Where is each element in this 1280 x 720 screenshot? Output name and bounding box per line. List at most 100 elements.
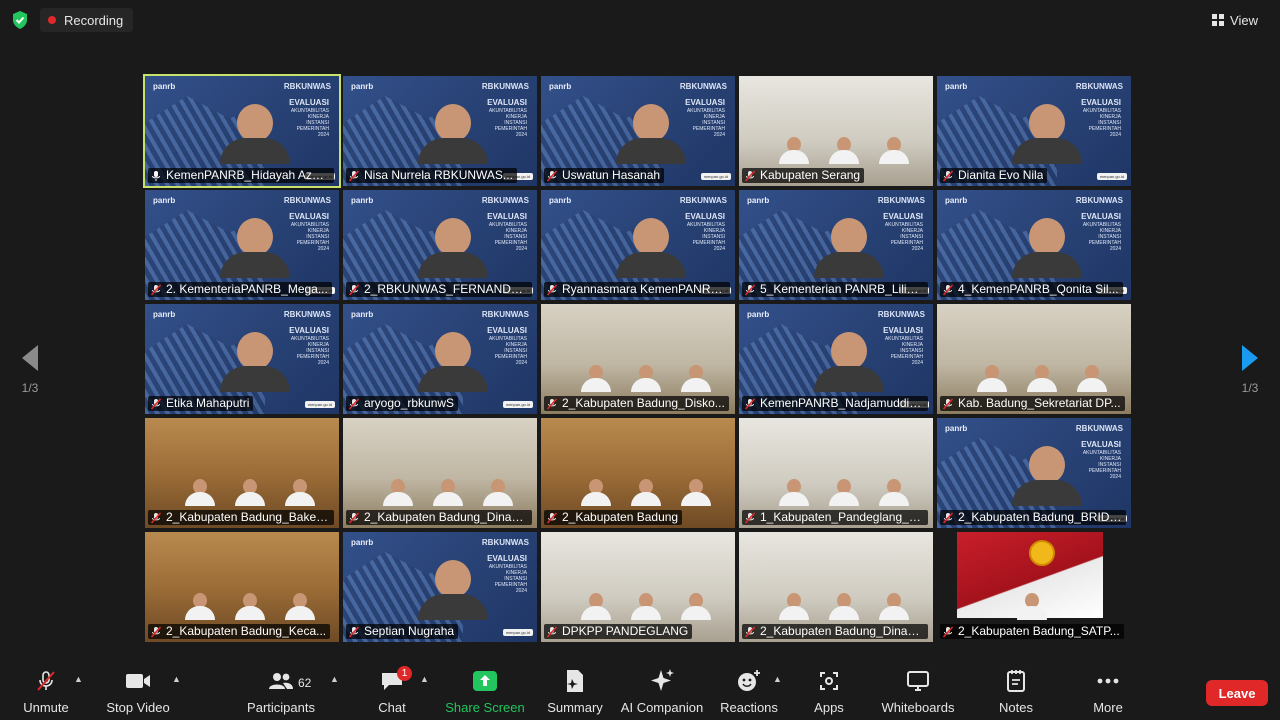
video-tile[interactable]: DPKPP PANDEGLANG (541, 532, 735, 642)
leave-button[interactable]: Leave (1206, 680, 1268, 706)
participant-silhouette (879, 137, 909, 164)
video-tile[interactable]: panrb RBKUNWAS EVALUASI AKUNTABILITAS KINERJ… (541, 190, 735, 300)
microphone-muted-icon (546, 169, 558, 182)
video-tile[interactable]: 2_Kabupaten Badung_Dinas ... (739, 532, 933, 642)
video-grid: panrb RBKUNWAS EVALUASI AKUNTABILITAS KINERJ… (143, 74, 1135, 646)
participant-silhouette (235, 593, 265, 620)
arrow-left-icon (22, 345, 38, 371)
reactions-options-caret-icon[interactable]: ▲ (773, 674, 782, 684)
video-tile[interactable]: panrb RBKUNWAS EVALUASI AKUNTABILITAS KINERJ… (145, 304, 339, 414)
video-tile[interactable]: panrb RBKUNWAS EVALUASI AKUNTABILITAS KINERJ… (739, 304, 933, 414)
video-tile[interactable]: panrb RBKUNWAS EVALUASI AKUNTABILITAS KINERJ… (343, 190, 537, 300)
video-tile[interactable]: panrb RBKUNWAS EVALUASI AKUNTABILITAS KINERJ… (343, 76, 537, 186)
ai-companion-button[interactable]: AI Companion (620, 668, 704, 716)
chat-unread-badge: 1 (397, 666, 412, 681)
participant-name: Dianita Evo Nila (958, 168, 1044, 182)
sparkle-icon (651, 669, 674, 691)
next-page-button[interactable]: 1/3 (1235, 345, 1265, 395)
slide-logo: panrb (945, 196, 968, 205)
video-tile[interactable]: panrb RBKUNWAS EVALUASI AKUNTABILITAS KINERJ… (343, 304, 537, 414)
apps-button[interactable]: Apps (810, 668, 848, 716)
slide-rbk-label: RBKUNWAS (1075, 424, 1123, 433)
participant-name: 2_Kabupaten Badung_BRIDA... (958, 510, 1122, 524)
video-tile[interactable]: 2_Kabupaten Badung_Disko... (541, 304, 735, 414)
participant-silhouette (814, 218, 884, 278)
video-options-caret-icon[interactable]: ▲ (172, 674, 181, 684)
video-tile[interactable]: panrb RBKUNWAS EVALUASI AKUNTABILITAS KINERJ… (343, 532, 537, 642)
video-tile[interactable]: 1_Kabupaten_Pandeglang_S... (739, 418, 933, 528)
participant-name: 5_Kementerian PANRB_Lilist... (760, 282, 924, 296)
page-indicator-right: 1/3 (1241, 381, 1259, 395)
unmute-label: Unmute (23, 700, 69, 715)
video-tile[interactable]: Kabupaten Serang (739, 76, 933, 186)
chat-options-caret-icon[interactable]: ▲ (420, 674, 429, 684)
microphone-muted-icon (942, 625, 954, 638)
participant-name: Septian Nugraha (364, 624, 455, 638)
slide-logo: panrb (351, 196, 374, 205)
participant-name-tag: Dianita Evo Nila (940, 168, 1048, 183)
slide-logo: panrb (153, 82, 176, 91)
participant-name: Etika Mahaputri (166, 396, 250, 410)
participant-silhouette (418, 560, 488, 620)
video-tile[interactable]: panrb RBKUNWAS EVALUASI AKUNTABILITAS KINERJ… (937, 418, 1131, 528)
reactions-button[interactable]: Reactions (720, 668, 778, 716)
video-tile[interactable]: Kab. Badung_Sekretariat DP... (937, 304, 1131, 414)
video-tile[interactable]: panrb RBKUNWAS EVALUASI AKUNTABILITAS KINERJ… (541, 76, 735, 186)
participant-silhouette (814, 332, 884, 392)
video-tile[interactable]: panrb RBKUNWAS EVALUASI AKUNTABILITAS KINERJ… (937, 190, 1131, 300)
microphone-muted-icon (150, 397, 162, 410)
slide-rbk-label: RBKUNWAS (283, 82, 331, 91)
microphone-muted-icon (348, 511, 360, 524)
slide-logo: panrb (945, 424, 968, 433)
video-tile[interactable]: panrb RBKUNWAS EVALUASI AKUNTABILITAS KINERJ… (937, 76, 1131, 186)
participant-silhouette (433, 479, 463, 506)
participant-name-tag: Ryannasmara KemenPANRB ... (544, 282, 730, 297)
microphone-muted-icon (150, 511, 162, 524)
participant-name: 2_Kabupaten Badung_Disko... (562, 396, 725, 410)
recording-indicator[interactable]: Recording (40, 8, 134, 32)
more-button[interactable]: More (1090, 668, 1126, 716)
video-tile[interactable]: 2_Kabupaten Badung_Keca... (145, 532, 339, 642)
slide-rbk-label: RBKUNWAS (283, 310, 331, 319)
meeting-window: Recording View 1/3 1/3 panrb RBKUNWAS EVAL… (0, 0, 1280, 720)
security-shield-icon[interactable] (10, 10, 30, 30)
unmute-button[interactable]: Unmute (22, 668, 70, 716)
view-button[interactable]: View (1204, 8, 1266, 32)
video-tile[interactable]: panrb RBKUNWAS EVALUASI AKUNTABILITAS KINERJ… (143, 74, 341, 188)
apps-label: Apps (814, 700, 844, 715)
whiteboards-button[interactable]: Whiteboards (878, 668, 958, 716)
slide-logo: panrb (351, 310, 374, 319)
reactions-label: Reactions (720, 700, 778, 715)
microphone-muted-icon (150, 283, 162, 296)
participant-silhouette (185, 593, 215, 620)
participants-options-caret-icon[interactable]: ▲ (330, 674, 339, 684)
notes-button[interactable]: Notes (996, 668, 1036, 716)
slide-rbk-label: RBKUNWAS (481, 196, 529, 205)
video-tile[interactable]: panrb RBKUNWAS EVALUASI AKUNTABILITAS KINERJ… (739, 190, 933, 300)
participant-name-tag: 2_Kabupaten Badung (544, 510, 683, 525)
audio-options-caret-icon[interactable]: ▲ (74, 674, 83, 684)
video-tile[interactable]: 2_Kabupaten Badung (541, 418, 735, 528)
microphone-muted-icon (546, 625, 558, 638)
participant-name: Ryannasmara KemenPANRB ... (562, 282, 726, 296)
slide-logo: panrb (549, 82, 572, 91)
participants-icon (269, 673, 293, 689)
participant-silhouette (220, 104, 290, 164)
participant-silhouette (681, 365, 711, 392)
microphone-muted-icon (348, 397, 360, 410)
participant-silhouette (779, 137, 809, 164)
stop-video-button[interactable]: Stop Video (106, 668, 170, 716)
share-screen-button[interactable]: Share Screen (445, 668, 525, 716)
slide-rbk-label: RBKUNWAS (481, 82, 529, 91)
video-tile[interactable]: 2_Kabupaten Badung_SATP... (937, 532, 1131, 642)
video-tile[interactable]: 2_Kabupaten Badung_Dinas ... (343, 418, 537, 528)
slide-site-label: menpan.go.id (700, 173, 731, 180)
participant-name: 2_Kabupaten Badung_Dinas ... (364, 510, 528, 524)
slide-site-label: menpan.go.id (304, 401, 335, 408)
chat-button[interactable]: 1 Chat (376, 666, 412, 716)
summary-button[interactable]: Summary (546, 668, 604, 716)
video-tile[interactable]: panrb RBKUNWAS EVALUASI AKUNTABILITAS KINERJ… (145, 190, 339, 300)
previous-page-button[interactable]: 1/3 (15, 345, 45, 395)
video-tile[interactable]: 2_Kabupaten Badung_Bakes... (145, 418, 339, 528)
slide-rbk-label: RBKUNWAS (481, 310, 529, 319)
